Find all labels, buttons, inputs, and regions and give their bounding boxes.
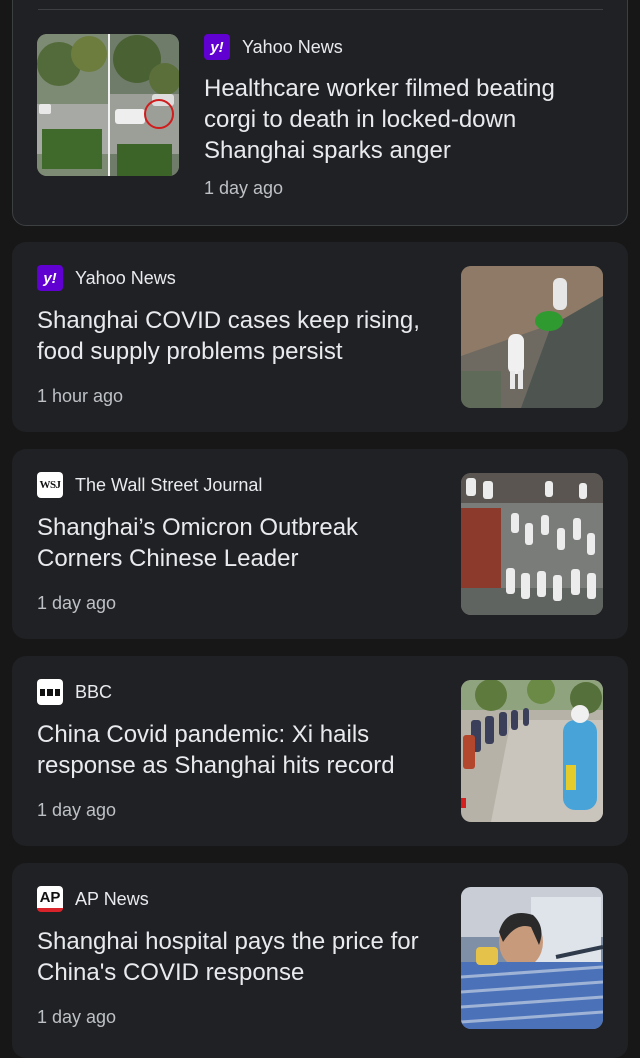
article-thumbnail[interactable] — [461, 887, 603, 1029]
article-headline[interactable]: Shanghai COVID cases keep rising, food s… — [37, 305, 420, 367]
article-timestamp: 1 hour ago — [37, 386, 124, 406]
divider — [38, 9, 603, 10]
article-timestamp: 1 day ago — [37, 800, 117, 820]
article-source: WSJ The Wall Street Journal — [37, 472, 262, 498]
headline-line: Corners Chinese Leader — [37, 545, 299, 572]
article-timestamp: 1 day ago — [37, 1007, 117, 1027]
source-name: Yahoo News — [242, 36, 343, 57]
source-name: AP News — [75, 888, 149, 909]
article-source: AP AP News — [37, 886, 149, 912]
source-name: BBC — [75, 681, 113, 702]
article-source: y! Yahoo News — [204, 34, 343, 60]
street-split-photo — [37, 34, 179, 176]
article-headline[interactable]: Healthcare worker filmed beating corgi t… — [204, 73, 555, 166]
queue-street-photo — [461, 680, 603, 822]
article-headline[interactable]: China Covid pandemic: Xi hails response … — [37, 719, 395, 781]
ap-logo-icon: AP — [37, 886, 63, 912]
article-thumbnail[interactable] — [461, 473, 603, 615]
source-name: Yahoo News — [75, 267, 176, 288]
article-timestamp: 1 day ago — [37, 593, 117, 613]
yahoo-logo-icon: y! — [37, 265, 63, 291]
headline-line: corgi to death in locked-down — [204, 106, 517, 133]
yahoo-logo-icon: y! — [204, 34, 230, 60]
bbc-logo-icon — [37, 679, 63, 705]
headline-line: China Covid pandemic: Xi hails — [37, 721, 370, 748]
headline-line: Shanghai sparks anger — [204, 137, 451, 164]
headline-line: food supply problems persist — [37, 338, 343, 365]
article-timestamp: 1 day ago — [204, 178, 284, 198]
article-thumbnail[interactable] — [37, 34, 179, 176]
headline-line: China's COVID response — [37, 959, 305, 986]
crowd-hazmat-photo — [461, 473, 603, 615]
hazmat-workers-photo — [461, 266, 603, 408]
wsj-logo-icon: WSJ — [37, 472, 63, 498]
article-headline[interactable]: Shanghai’s Omicron Outbreak Corners Chin… — [37, 512, 358, 574]
headline-line: Healthcare worker filmed beating — [204, 75, 555, 102]
source-name: The Wall Street Journal — [75, 474, 263, 495]
hospital-patient-photo — [461, 887, 603, 1029]
article-source: BBC — [37, 679, 112, 705]
headline-line: Shanghai hospital pays the price for — [37, 928, 419, 955]
headline-line: response as Shanghai hits record — [37, 752, 395, 779]
headline-line: Shanghai COVID cases keep rising, — [37, 307, 420, 334]
article-source: y! Yahoo News — [37, 265, 176, 291]
article-thumbnail[interactable] — [461, 266, 603, 408]
article-headline[interactable]: Shanghai hospital pays the price for Chi… — [37, 926, 419, 988]
headline-line: Shanghai’s Omicron Outbreak — [37, 514, 359, 541]
article-thumbnail[interactable] — [461, 680, 603, 822]
